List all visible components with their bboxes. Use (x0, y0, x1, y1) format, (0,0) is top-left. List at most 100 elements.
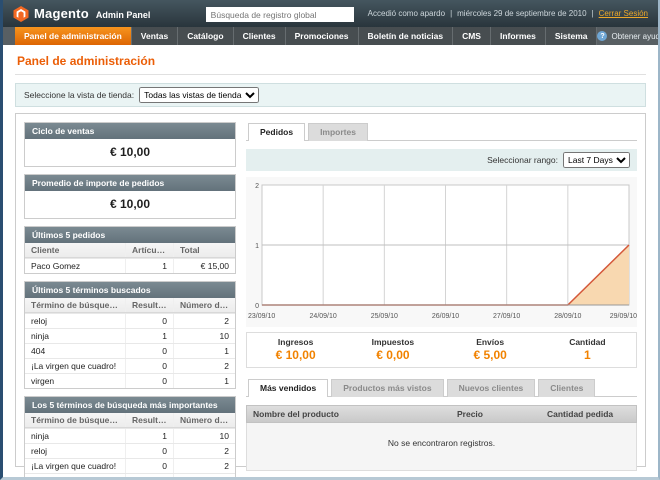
table-cell: Resultados (125, 413, 173, 427)
tab-most-viewed[interactable]: Productos más vistos (331, 379, 443, 397)
table-cell: Artículos (125, 243, 173, 257)
widget-title: Últimos 5 términos buscados (25, 282, 235, 298)
widget-title: Promedio de importe de pedidos (25, 175, 235, 191)
table-cell: 0 (125, 444, 173, 458)
nav-item-reports[interactable]: Informes (491, 27, 546, 45)
lifetime-sales-widget: Ciclo de ventas € 10,00 (24, 122, 236, 167)
total-revenue: Ingresos € 10,00 (247, 337, 344, 362)
table-cell: 1 (173, 474, 235, 480)
total-shipping: Envíos € 5,00 (442, 337, 539, 362)
orders-area-chart: 01223/09/1024/09/1025/09/1026/09/1027/09… (246, 177, 637, 327)
dashboard-container: Ciclo de ventas € 10,00 Promedio de impo… (15, 113, 646, 467)
nav-item-catalog[interactable]: Catálogo (178, 27, 233, 45)
logout-link[interactable]: Cerrar Sesión (599, 9, 648, 18)
nav-item-dashboard[interactable]: Panel de administración (15, 27, 132, 45)
nav-item-cms[interactable]: CMS (453, 27, 491, 45)
total-value: € 0,00 (344, 348, 441, 362)
table-row[interactable]: 40401 (25, 473, 235, 480)
svg-text:29/09/10: 29/09/10 (610, 313, 637, 320)
table-cell: Cliente (25, 243, 125, 257)
table-cell: 404 (25, 474, 125, 480)
nav-item-customers[interactable]: Clientes (234, 27, 286, 45)
nav-item-promotions[interactable]: Promociones (286, 27, 359, 45)
products-empty-message: No se encontraron registros. (246, 423, 637, 471)
table-cell: Total (173, 243, 235, 257)
top-search-terms-table: Término de búsquedaResultadosNúmero de u… (25, 413, 235, 480)
table-cell: 2 (173, 459, 235, 473)
table-cell: 0 (125, 344, 173, 358)
table-cell: 1 (173, 374, 235, 388)
total-tax: Impuestos € 0,00 (344, 337, 441, 362)
svg-text:25/09/10: 25/09/10 (371, 313, 398, 320)
separator: | (450, 9, 452, 18)
total-label: Envíos (442, 337, 539, 347)
table-cell: 1 (173, 344, 235, 358)
tab-amounts[interactable]: Importes (308, 123, 368, 141)
range-bar: Seleccionar rango: Last 7 Days (246, 149, 637, 171)
store-view-bar: Seleccione la vista de tienda: Todas las… (15, 83, 646, 107)
svg-text:28/09/10: 28/09/10 (554, 313, 581, 320)
totals-bar: Ingresos € 10,00 Impuestos € 0,00 Envíos… (246, 332, 637, 368)
total-label: Ingresos (247, 337, 344, 347)
table-row[interactable]: ninja110 (25, 428, 235, 443)
table-header-row: Término de búsquedaResultadosNúmero de u… (25, 413, 235, 428)
table-cell: 1 (125, 259, 173, 273)
store-view-label: Seleccione la vista de tienda: (24, 90, 134, 100)
table-cell: Resultados (125, 298, 173, 312)
nav-item-newsletter[interactable]: Boletín de noticias (359, 27, 454, 45)
last-search-terms-table: Término de búsquedaResultadosNúmero de u… (25, 298, 235, 388)
separator: | (592, 9, 594, 18)
range-select[interactable]: Last 7 Days (563, 152, 630, 168)
total-label: Impuestos (344, 337, 441, 347)
logged-in-as: Accedió como apardo (368, 9, 445, 18)
average-orders-widget: Promedio de importe de pedidos € 10,00 (24, 174, 236, 219)
table-row[interactable]: reloj02 (25, 443, 235, 458)
top-header: Magento Admin Panel Accedió como apardo … (3, 0, 658, 27)
table-cell: Término de búsqueda (25, 413, 125, 427)
average-orders-value: € 10,00 (25, 191, 235, 218)
magento-admin-page: Magento Admin Panel Accedió como apardo … (0, 0, 660, 480)
table-row[interactable]: ¡La virgen que cuadro!02 (25, 458, 235, 473)
table-row[interactable]: 40401 (25, 343, 235, 358)
nav-item-sales[interactable]: Ventas (132, 27, 178, 45)
table-cell: Término de búsqueda (25, 298, 125, 312)
header-date: miércoles 29 de septiembre de 2010 (457, 9, 586, 18)
svg-text:23/09/10: 23/09/10 (248, 313, 275, 320)
table-row[interactable]: virgen01 (25, 373, 235, 388)
tab-new-customers[interactable]: Nuevos clientes (447, 379, 536, 397)
last-orders-widget: Últimos 5 pedidos ClienteArtículosTotalP… (24, 226, 236, 274)
column-header-product: Nombre del producto (247, 406, 451, 422)
table-cell: ninja (25, 329, 125, 343)
products-table-header: Nombre del producto Precio Cantidad pedi… (246, 405, 637, 423)
magento-logo-icon (13, 6, 29, 22)
nav-item-system[interactable]: Sistema (546, 27, 598, 45)
store-view-select[interactable]: Todas las vistas de tienda (139, 87, 259, 103)
svg-text:2: 2 (255, 183, 259, 190)
table-row[interactable]: ninja110 (25, 328, 235, 343)
widget-title: Últimos 5 pedidos (25, 227, 235, 243)
dashboard-sidebar: Ciclo de ventas € 10,00 Promedio de impo… (24, 122, 236, 458)
total-quantity: Cantidad 1 (539, 337, 636, 362)
table-cell: 10 (173, 329, 235, 343)
table-cell: 1 (125, 429, 173, 443)
get-help-link[interactable]: ? Obtener ayuda para esta página (597, 27, 660, 45)
total-value: 1 (539, 348, 636, 362)
title-divider (15, 74, 646, 75)
global-search-input[interactable] (206, 7, 354, 22)
tab-bestsellers[interactable]: Más vendidos (248, 379, 328, 397)
total-value: € 5,00 (442, 348, 539, 362)
tab-customers[interactable]: Clientes (538, 379, 595, 397)
table-cell: 0 (125, 474, 173, 480)
last-search-terms-widget: Últimos 5 términos buscados Término de b… (24, 281, 236, 389)
tab-orders[interactable]: Pedidos (248, 123, 305, 141)
svg-text:24/09/10: 24/09/10 (310, 313, 337, 320)
table-row[interactable]: ¡La virgen que cuadro!02 (25, 358, 235, 373)
table-cell: 0 (125, 314, 173, 328)
total-value: € 10,00 (247, 348, 344, 362)
widget-title: Los 5 términos de búsqueda más important… (25, 397, 235, 413)
table-cell: virgen (25, 374, 125, 388)
table-row[interactable]: reloj02 (25, 313, 235, 328)
dashboard-main-panel: Pedidos Importes Seleccionar rango: Last… (246, 122, 637, 458)
range-label: Seleccionar rango: (487, 155, 558, 165)
table-row[interactable]: Paco Gomez1€ 15,00 (25, 258, 235, 273)
